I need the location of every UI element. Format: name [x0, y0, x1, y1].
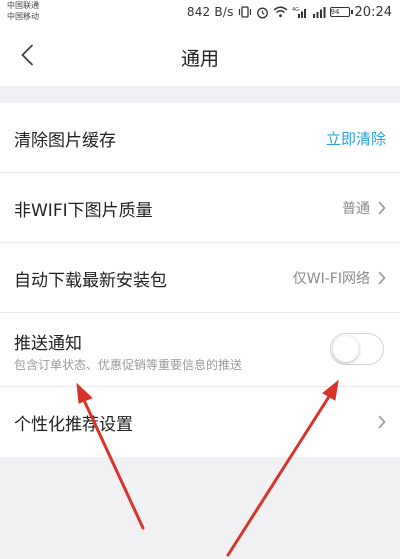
carrier-1: 中国联通 — [7, 1, 39, 10]
vibrate-icon — [238, 6, 252, 18]
image-quality-row[interactable]: 非WIFI下图片质量 普通 — [0, 173, 400, 243]
signal-1-icon: 4G — [292, 6, 308, 18]
page-title: 通用 — [180, 48, 219, 70]
push-notification-toggle[interactable] — [330, 333, 384, 365]
status-bar: 中国联通 中国移动 842 B/s 4G 94 20:24 — [0, 0, 400, 24]
toggle-knob — [333, 336, 359, 362]
status-icons: 842 B/s 4G 94 20:24 — [187, 3, 392, 21]
wifi-icon — [273, 6, 288, 18]
svg-text:4G: 4G — [292, 7, 299, 13]
clear-now-link[interactable]: 立即清除 — [326, 128, 386, 149]
image-quality-label: 非WIFI下图片质量 — [14, 201, 153, 221]
settings-list: 清除图片缓存 立即清除 非WIFI下图片质量 普通 自动下载最新安装包 仅WI-… — [0, 103, 400, 457]
push-notification-label: 推送通知 — [14, 334, 82, 354]
image-quality-value: 普通 — [342, 201, 370, 217]
battery-icon: 94 — [329, 7, 353, 17]
clear-cache-label: 清除图片缓存 — [14, 131, 116, 151]
alarm-icon — [256, 6, 269, 19]
header: 通用 — [0, 24, 400, 86]
network-speed: 842 B/s — [186, 5, 234, 19]
chevron-right-icon — [378, 201, 386, 215]
signal-2-icon — [312, 6, 326, 18]
auto-download-row[interactable]: 自动下载最新安装包 仅WI-FI网络 — [0, 243, 400, 313]
push-notification-row: 推送通知 包含订单状态、优惠促销等重要信息的推送 — [0, 313, 400, 387]
clock: 20:24 — [354, 4, 392, 20]
personalized-recommendation-row[interactable]: 个性化推荐设置 — [0, 387, 400, 457]
push-notification-description: 包含订单状态、优惠促销等重要信息的推送 — [14, 358, 243, 372]
clear-cache-row[interactable]: 清除图片缓存 立即清除 — [0, 103, 400, 173]
auto-download-label: 自动下载最新安装包 — [14, 271, 167, 291]
carrier-2: 中国移动 — [7, 12, 39, 21]
chevron-right-icon — [378, 271, 386, 285]
carrier-info: 中国联通 中国移动 — [7, 0, 39, 22]
chevron-right-icon — [378, 415, 386, 429]
personalized-recommendation-label: 个性化推荐设置 — [14, 415, 133, 435]
auto-download-value: 仅WI-FI网络 — [292, 271, 370, 287]
